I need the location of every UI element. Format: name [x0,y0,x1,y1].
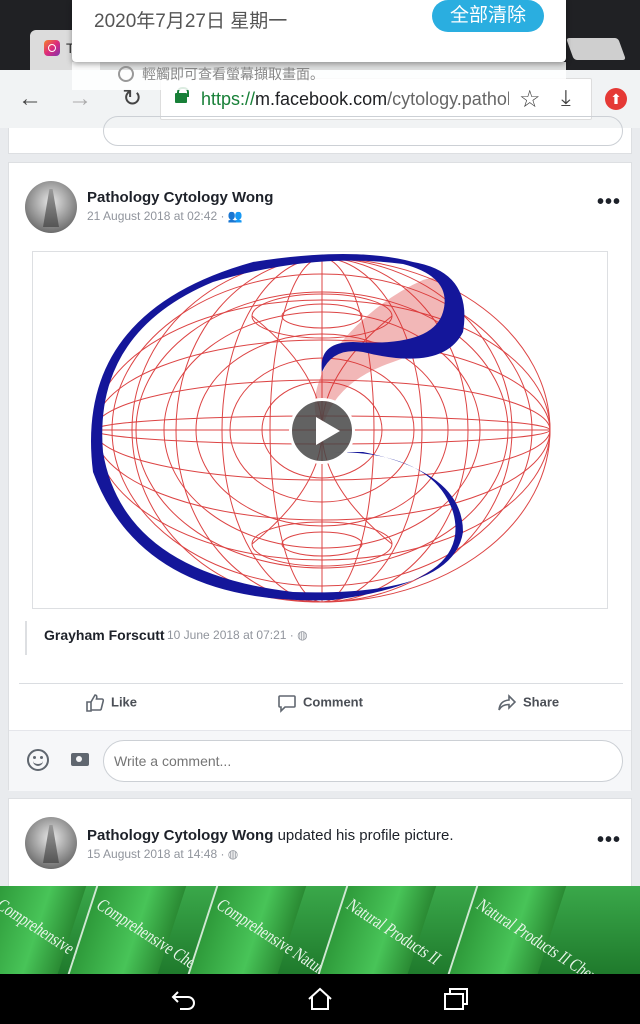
globe-icon: ◍ [297,628,308,642]
url-scheme: https:// [201,89,256,109]
comment-icon [278,695,296,713]
post-card: Pathology Cytology Wong 21 August 2018 a… [8,162,632,791]
android-nav-bar [0,974,640,1024]
more-options-icon[interactable]: ••• [597,191,621,214]
new-tab-button[interactable] [565,38,627,60]
avatar[interactable] [25,181,77,233]
clear-all-button[interactable]: 全部清除 [432,0,544,32]
comment-button[interactable]: Comment [277,693,363,717]
post-timestamp-text: 21 August 2018 at 02:42 [87,209,218,223]
post-timestamp[interactable]: 15 August 2018 at 14:48 · ◍ [87,847,238,861]
back-nav-icon[interactable] [170,986,198,1012]
screen: T 2020年7月27日 星期一 全部清除 輕觸即可查看螢幕擷取畫面。 ← → … [0,0,640,1024]
book-spine: Comprehensive Natural Products [180,886,380,974]
avatar[interactable] [25,817,77,869]
share-label: Share [523,694,560,710]
share-icon [498,694,517,711]
book-title: Natural Products II [342,896,445,969]
comment-label: Comment [303,694,363,710]
post-timestamp[interactable]: 21 August 2018 at 02:42 · 👥 [87,209,243,223]
url-text[interactable]: https://m.facebook.com/cytology.patholo [201,89,509,110]
home-nav-icon[interactable] [306,986,334,1012]
book-title: Natural Products II Chemistry [472,896,627,974]
comment-composer [9,731,631,791]
notification-date: 2020年7月27日 星期一 [94,11,288,32]
url-host: m.facebook.com [255,89,388,109]
screenshot-icon [118,66,134,82]
previous-comment-input[interactable] [103,116,623,146]
emoji-icon[interactable] [27,749,49,771]
post-card: Pathology Cytology Wong updated his prof… [8,798,632,888]
shared-author[interactable]: Grayham Forscutt [44,627,165,643]
more-options-icon[interactable]: ••• [597,829,621,852]
friends-icon: 👥 [227,209,243,223]
notification-subtitle-row[interactable]: 輕觸即可查看螢幕擷取畫面。 [72,62,566,90]
post-author-line[interactable]: Pathology Cytology Wong updated his prof… [87,827,454,844]
post-action-text: updated his profile picture. [277,827,454,844]
shared-timestamp[interactable]: 10 June 2018 at 07:21 · ◍ [167,628,308,642]
instagram-icon [44,40,60,56]
shared-timestamp-text: 10 June 2018 at 07:21 [167,628,287,642]
camera-icon[interactable] [71,753,89,766]
url-path: /cytology.patholo [387,89,509,109]
like-label: Like [111,694,138,710]
notification-subtitle: 輕觸即可查看螢幕擷取畫面。 [142,66,324,82]
shared-post-bar [25,621,27,655]
recent-apps-icon[interactable] [442,986,470,1012]
post-author[interactable]: Pathology Cytology Wong [87,189,273,206]
globe-icon: ◍ [227,847,239,861]
book-spine: Natural Products II Chemistry [440,886,626,974]
profile-picture-photo[interactable]: Comprehensive Chemistry Comprehensive Ch… [0,886,640,974]
like-button[interactable]: Like [85,693,137,717]
video-player[interactable] [32,251,608,609]
book-spine: Natural Products II [310,886,445,974]
post-author: Pathology Cytology Wong [87,827,274,844]
back-icon[interactable]: ← [14,83,46,115]
like-icon [86,694,105,712]
comment-input[interactable] [103,740,623,782]
previous-post-card [8,116,632,154]
share-button[interactable]: Share [497,693,559,717]
lock-icon [175,87,189,103]
post-timestamp-text: 15 August 2018 at 14:48 [87,847,218,861]
divider [19,683,623,684]
screenshot-notification[interactable]: 2020年7月27日 星期一 全部清除 [72,0,566,62]
play-button[interactable] [289,398,355,464]
extension-icon[interactable]: ⬆ [605,88,627,110]
